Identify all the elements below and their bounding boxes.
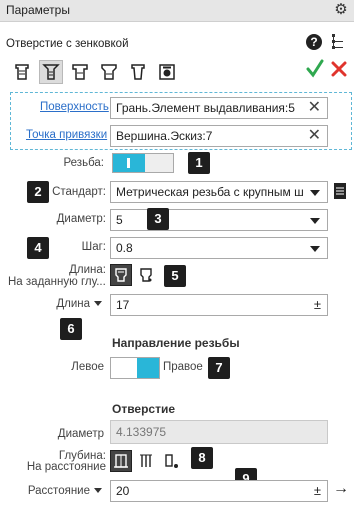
callout-badge-6: 6: [60, 318, 82, 340]
anchor-value: Вершина.Эскиз:7: [116, 129, 213, 143]
window-titlebar: Параметры ⚙: [0, 0, 354, 22]
depth-sublabel: На расстояние: [26, 461, 106, 473]
thread-toggle[interactable]: [112, 153, 174, 173]
length-mode-sublabel: На заданную глу...: [8, 276, 106, 288]
callout-badge-4: 4: [27, 237, 49, 259]
standard-select[interactable]: Метрическая резьба с крупным ш: [110, 181, 328, 203]
window-title: Параметры: [6, 3, 70, 17]
hole-type-custom-icon: [159, 64, 175, 80]
chevron-down-icon: [94, 301, 102, 307]
hole-type-simple-icon: [15, 64, 29, 80]
direction-right-label: Правое: [163, 361, 203, 373]
direction-toggle[interactable]: [110, 357, 160, 379]
gear-icon[interactable]: ⚙: [333, 2, 349, 18]
hole-diameter-value: 4.133975: [116, 425, 167, 439]
callout-badge-3: 3: [147, 208, 169, 230]
depth-to-object-icon: [165, 454, 178, 468]
help-icon[interactable]: ?: [306, 34, 322, 50]
plus-minus-icon[interactable]: ±: [314, 297, 321, 312]
chevron-down-icon: [310, 218, 320, 224]
length-field[interactable]: 17 ±: [110, 294, 328, 316]
depth-to-object-button[interactable]: [160, 450, 182, 472]
length-label[interactable]: Длина: [40, 298, 102, 310]
depth-distance-icon: [114, 454, 128, 468]
hole-title: Отверстие: [112, 402, 176, 416]
callout-badge-5: 5: [164, 265, 186, 287]
pitch-select[interactable]: 0.8: [110, 237, 328, 259]
callout-badge-1: 1: [188, 152, 210, 174]
panel-subtitle: Отверстие с зенковкой: [6, 38, 129, 50]
hole-type-counterbore-button[interactable]: [68, 60, 92, 84]
hole-type-countersink-icon: [42, 64, 60, 80]
length-value: 17: [116, 298, 130, 312]
length-mode-label: Длина:: [69, 264, 106, 276]
through-thread-icon: [140, 268, 152, 282]
chevron-down-icon: [310, 190, 320, 196]
hole-type-combined-button[interactable]: [97, 60, 121, 84]
chevron-down-icon: [310, 246, 320, 252]
hole-type-simple-button[interactable]: [10, 60, 34, 84]
clear-anchor-icon[interactable]: ✕: [308, 128, 321, 144]
diameter-select[interactable]: 5: [110, 209, 328, 231]
anchor-field[interactable]: Вершина.Эскиз:7 ✕: [110, 125, 328, 147]
length-to-depth-button[interactable]: [110, 264, 132, 286]
hole-type-combined-icon: [101, 64, 117, 80]
hole-diameter-field: 4.133975: [110, 420, 328, 444]
thread-toggle-knob: [113, 154, 145, 172]
direction-title: Направление резьбы: [112, 336, 240, 350]
distance-field[interactable]: 20 ±: [110, 480, 328, 502]
direction-left-label: Левое: [71, 361, 104, 373]
direction-toggle-knob: [137, 358, 159, 378]
pitch-label: Шаг:: [81, 241, 106, 253]
tree-icon[interactable]: [331, 33, 345, 51]
distance-label-text: Расстояние: [27, 485, 90, 497]
depth-distance-button[interactable]: [110, 450, 132, 472]
depth-through-icon: [140, 454, 152, 467]
standard-label: Стандарт:: [52, 186, 106, 198]
chevron-down-icon: [94, 488, 102, 494]
hole-type-tapered-icon: [131, 64, 145, 80]
surface-value: Грань.Элемент выдавливания:5: [116, 101, 295, 115]
hole-type-custom-button[interactable]: [155, 60, 179, 84]
length-label-text: Длина: [56, 298, 90, 310]
depth-through-button[interactable]: [135, 450, 157, 472]
standard-value: Метрическая резьба с крупным ш: [116, 185, 304, 199]
callout-badge-2: 2: [27, 181, 49, 203]
surface-field[interactable]: Грань.Элемент выдавливания:5 ✕: [110, 97, 328, 119]
hole-type-tapered-button[interactable]: [126, 60, 150, 84]
direction-arrow-icon[interactable]: →: [333, 480, 349, 498]
anchor-link[interactable]: Точка привязки: [26, 129, 107, 141]
diameter-value: 5: [116, 213, 123, 227]
diameter-label: Диаметр:: [56, 213, 106, 225]
hole-diameter-label: Диаметр: [57, 428, 104, 440]
callout-badge-8: 8: [191, 447, 213, 469]
clear-surface-icon[interactable]: ✕: [308, 100, 321, 116]
surface-link[interactable]: Поверхность: [40, 101, 109, 113]
distance-label[interactable]: Расстояние: [10, 485, 102, 497]
callout-badge-7: 7: [208, 357, 230, 379]
hole-type-counterbore-icon: [72, 64, 88, 80]
pitch-value: 0.8: [116, 241, 133, 255]
thread-label: Резьба:: [63, 157, 105, 169]
depth-thread-icon: [115, 268, 127, 282]
cancel-close-icon[interactable]: [331, 61, 347, 77]
hole-type-countersink-button[interactable]: [39, 60, 63, 84]
ok-checkmark-icon[interactable]: [306, 59, 324, 79]
length-through-button[interactable]: [135, 264, 157, 286]
plus-minus-icon[interactable]: ±: [314, 483, 321, 498]
distance-value: 20: [116, 484, 130, 498]
table-icon[interactable]: [333, 182, 347, 200]
